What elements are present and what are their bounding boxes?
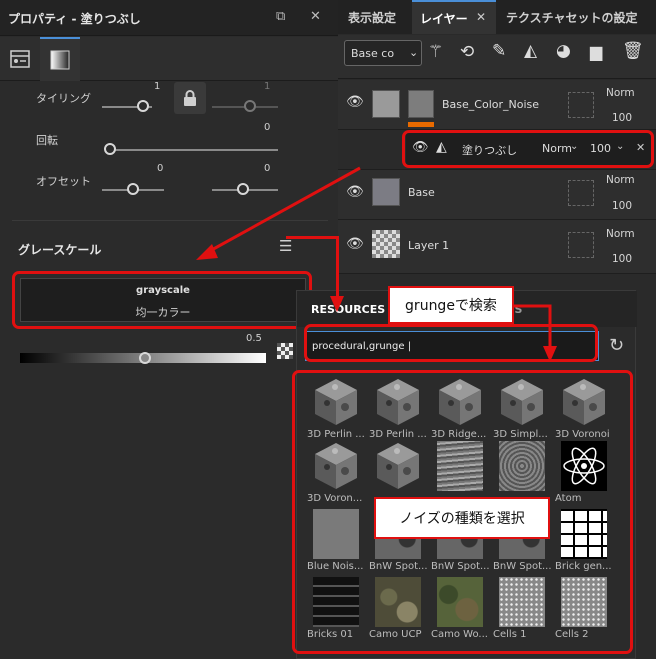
callout-search: grungeで検索 (388, 286, 514, 324)
layer-mask-thumbnail (408, 90, 434, 118)
gray-slider-knob[interactable] (139, 352, 151, 364)
tab-fill-properties[interactable] (40, 37, 80, 81)
tiling-slider-1-knob[interactable] (137, 100, 149, 112)
folder-icon[interactable]: ▆ (590, 42, 602, 61)
layer-name: Base_Color_Noise (442, 98, 540, 111)
brush-icon[interactable]: ✎ (492, 41, 506, 61)
lock-button[interactable] (174, 82, 206, 114)
rotation-value: 0 (264, 122, 271, 133)
layer-row[interactable]: 👁 Base Norm 100 (338, 170, 656, 220)
eye-icon[interactable]: 👁 (346, 184, 364, 200)
tiling-value-1: 1 (154, 81, 161, 92)
rotation-slider[interactable] (110, 149, 278, 151)
layer-opacity[interactable]: 100 (612, 200, 632, 212)
callout-select: ノイズの種類を選択 (374, 497, 550, 539)
tab-resources[interactable]: RESOURCES (311, 303, 385, 316)
layer-row[interactable]: 👁 Base_Color_Noise Norm 100 (338, 80, 656, 130)
properties-title-bar: プロパティ - 塗りつぶし ⧉ ✕ (0, 0, 338, 36)
layer-name: Base (408, 186, 435, 199)
properties-title: プロパティ - 塗りつぶし (8, 12, 141, 26)
layer-blend[interactable]: Norm (606, 228, 635, 240)
arrow-line (336, 236, 339, 296)
properties-panel: プロパティ - 塗りつぶし ⧉ ✕ タイリング 1 1 回転 0 オフセット 0… (0, 0, 338, 659)
grayscale-section-title: グレースケール (18, 243, 102, 257)
layer-toolbar: Base co ⌄ ⚚ ⟲ ✎ ◭ ◕ ▆ 🗑 (338, 35, 656, 79)
trash-icon[interactable]: 🗑 (622, 41, 644, 61)
layer-opacity[interactable]: 100 (612, 112, 632, 124)
gradient-icon (50, 50, 70, 70)
eye-icon[interactable]: 👁 (346, 94, 364, 110)
layer-thumbnail (372, 230, 400, 258)
layer-blend[interactable]: Norm (606, 87, 635, 99)
offset-value-1: 0 (157, 163, 164, 174)
tiling-slider-2-knob[interactable] (244, 100, 256, 112)
tiling-label: タイリング (36, 92, 91, 105)
arrow-line (286, 236, 338, 239)
offset-label: オフセット (36, 175, 91, 188)
layer-thumbnail (372, 178, 400, 206)
eye-icon[interactable]: 👁 (346, 236, 364, 252)
tab-bar: 表示設定 レイヤー ✕ テクスチャセットの設定 (338, 0, 656, 34)
channel-select[interactable]: Base co ⌄ (344, 40, 422, 66)
layer-effect-slot (568, 92, 594, 118)
gray-value: 0.5 (246, 333, 262, 344)
refresh-icon[interactable]: ↻ (609, 335, 624, 356)
tab-texture-set[interactable]: テクスチャセットの設定 (506, 9, 638, 26)
checker-icon[interactable] (277, 343, 293, 359)
layer-name: Layer 1 (408, 239, 450, 252)
rotation-slider-knob[interactable] (104, 143, 116, 155)
menu-icon[interactable]: ☰ (279, 237, 292, 255)
magic-wand-icon[interactable]: ⚚ (428, 42, 443, 62)
tab-display-settings[interactable]: 表示設定 (348, 9, 396, 26)
add-mask-icon[interactable]: ⟲ (460, 42, 474, 62)
highlight-grayscale (12, 271, 312, 329)
lock-icon (184, 90, 196, 106)
properties-tabs (0, 37, 338, 81)
maximize-icon[interactable]: ⧉ (276, 9, 285, 24)
fill-layer-row[interactable]: 👁 ◭ 塗りつぶし Norm ⌄ 100 ⌄ ✕ (338, 130, 656, 170)
layer-thumbnail (372, 90, 400, 118)
highlight-search (304, 324, 598, 362)
chevron-down-icon: ⌄ (409, 46, 419, 59)
layer-row[interactable]: 👁 Layer 1 Norm 100 (338, 220, 656, 274)
tab-layer[interactable]: レイヤー ✕ (412, 0, 496, 34)
offset-value-2: 0 (264, 163, 271, 174)
layer-blend[interactable]: Norm (606, 174, 635, 186)
layer-effect-slot (568, 232, 594, 258)
divider (12, 220, 328, 221)
rotation-label: 回転 (36, 134, 58, 147)
layer-effect-slot (568, 180, 594, 206)
offset-slider-1-knob[interactable] (127, 183, 139, 195)
highlight-fill-layer (402, 130, 654, 168)
tab-material-properties[interactable] (0, 37, 40, 81)
close-icon[interactable]: ✕ (476, 10, 486, 24)
effect-icon[interactable]: ◕ (556, 41, 571, 61)
tiling-value-2: 1 (264, 81, 271, 92)
layer-opacity[interactable]: 100 (612, 253, 632, 265)
mask-indicator (408, 122, 434, 127)
offset-slider-2-knob[interactable] (237, 183, 249, 195)
close-icon[interactable]: ✕ (310, 9, 321, 24)
fill-bucket-icon[interactable]: ◭ (524, 41, 537, 61)
settings-sheet-icon (10, 50, 30, 68)
